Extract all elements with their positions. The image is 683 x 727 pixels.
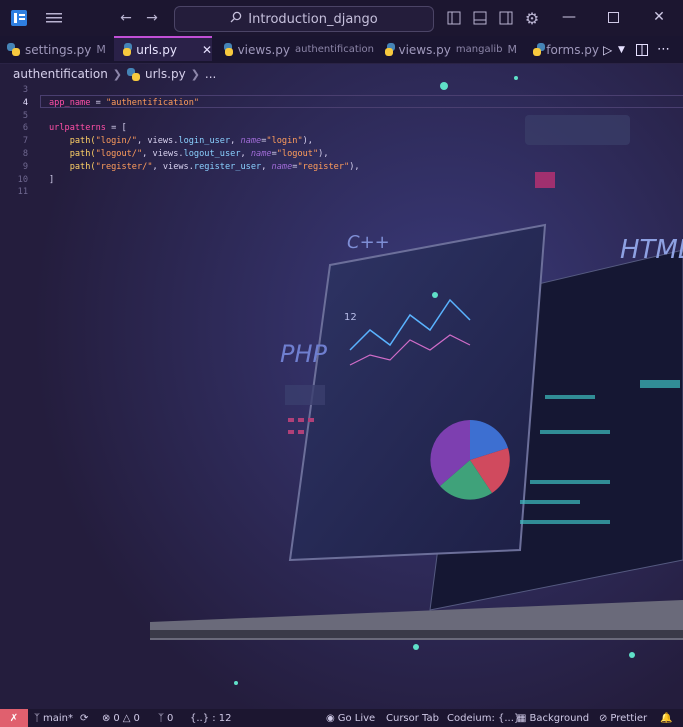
ports-status[interactable]: ᛉ 0 [158,709,173,727]
title-bar: ← → Introduction_django ⚙ — ✕ [0,0,683,36]
line-number: 4 [22,97,28,108]
tab-label: views.py [237,42,290,57]
command-search-box[interactable]: Introduction_django [174,6,434,32]
line-number: 9 [22,161,28,172]
breadcrumb-symbol[interactable]: ... [205,67,216,81]
menu-icon[interactable] [44,8,64,28]
tab-views-py-mangalib[interactable]: views.py mangalib M [385,36,518,63]
code-editor[interactable]: 3 4 app_name = "authentification" 5 6 urlpatt… [0,84,683,709]
modified-badge: M [507,43,518,56]
background-button[interactable]: ▦ Background [517,709,589,727]
toggle-primary-sidebar-icon[interactable] [444,8,464,28]
selection-status[interactable]: {..} : 12 [190,709,232,727]
chevron-right-icon: ❯ [190,67,200,81]
status-bar: ✗ ᛉ main* ⟳ ⊗ 0 △ 0 ᛉ 0 {..} : 12 ◉ Go L… [0,709,683,727]
settings-gear-icon[interactable]: ⚙ [522,8,542,28]
python-file-icon [7,43,20,56]
tab-label: settings.py [25,42,92,57]
code-line[interactable]: 4 app_name = "authentification" [0,97,683,110]
prettier-disabled-icon: ⊘ [599,712,608,724]
breadcrumb-folder[interactable]: authentification [13,67,108,81]
ports-icon: ᛉ [158,712,164,724]
toggle-secondary-sidebar-icon[interactable] [496,8,516,28]
problems-status[interactable]: ⊗ 0 △ 0 [102,709,140,727]
python-file-icon [127,67,141,81]
image-icon: ▦ [517,712,527,724]
modified-badge: M [96,43,106,56]
tab-views-py-authentification[interactable]: views.py authentification [224,36,374,63]
warning-count: 0 [133,712,140,724]
line-number: 7 [22,136,28,147]
python-file-icon [123,43,133,56]
search-icon [230,11,242,27]
code-line[interactable]: 9 path("register/", views.register_user,… [0,161,683,174]
code-text: ] [49,174,55,185]
minimize-button[interactable]: — [554,6,584,28]
search-box-text: Introduction_django [248,11,378,27]
branch-status[interactable]: ᛉ main* ⟳ [34,709,88,727]
line-number: 6 [22,123,28,134]
vscode-logo-icon [9,8,29,28]
go-live-button[interactable]: ◉ Go Live [326,709,375,727]
notifications-bell-icon[interactable]: 🔔 [660,709,672,727]
cursor-tab-button[interactable]: Cursor Tab [386,709,439,727]
sync-icon: ⟳ [80,712,89,724]
tab-forms-py[interactable]: forms.py [533,36,599,63]
tab-description: authentification [295,44,374,55]
code-text: path("register/", views.register_user, n… [69,161,360,172]
code-line[interactable]: 5 [0,110,683,123]
code-text: path("login/", views.login_user, name="l… [69,136,313,147]
remote-indicator-icon[interactable]: ✗ [0,709,28,727]
code-text: app_name = "authentification" [49,97,200,108]
back-arrow-icon[interactable]: ← [116,8,136,28]
close-window-button[interactable]: ✕ [644,6,674,28]
branch-name: main* [43,712,73,724]
close-tab-icon[interactable]: ✕ [202,43,212,57]
codeium-status[interactable]: Codeium: {...} [447,709,520,727]
tab-label: views.py [398,42,451,57]
toggle-panel-icon[interactable] [470,8,490,28]
background-label: Background [529,712,590,724]
python-file-icon [385,43,396,56]
forward-arrow-icon[interactable]: → [142,8,162,28]
chevron-down-icon[interactable]: ▼ [618,36,625,63]
tab-settings-py[interactable]: settings.py M [7,36,111,63]
tab-label: forms.py [546,42,599,57]
line-number: 3 [22,85,28,95]
git-branch-icon: ᛉ [34,712,40,724]
code-line[interactable]: 6 urlpatterns = [ [0,122,683,135]
split-editor-icon[interactable] [636,36,648,63]
code-text: path("logout/", views.logout_user, name=… [69,149,329,159]
line-number: 5 [22,110,28,121]
run-python-file-icon[interactable]: ▷ [603,36,612,63]
line-number: 10 [17,174,28,185]
error-icon: ⊗ [102,712,111,724]
more-actions-icon[interactable]: ⋯ [657,36,670,63]
tab-label: urls.py [136,42,177,57]
tab-urls-py[interactable]: urls.py ✕ [114,36,212,61]
breadcrumb: authentification ❯ urls.py ❯ ... [0,64,683,84]
chevron-right-icon: ❯ [112,67,123,81]
code-text: urlpatterns = [ [49,123,127,134]
code-line[interactable]: 11 [0,186,683,199]
ports-count: 0 [167,712,174,724]
code-line[interactable]: 7 path("login/", views.login_user, name=… [0,135,683,148]
go-live-label: Go Live [337,712,376,724]
prettier-button[interactable]: ⊘ Prettier [599,709,647,727]
error-count: 0 [113,712,120,724]
broadcast-icon: ◉ [326,712,335,724]
warning-icon: △ [122,712,131,724]
code-line[interactable]: 3 [0,84,683,97]
code-line[interactable]: 10] [0,174,683,187]
maximize-button[interactable] [598,6,628,28]
line-number: 8 [22,149,28,159]
code-line[interactable]: 8 path("logout/", views.logout_user, nam… [0,148,683,161]
line-number: 11 [17,187,28,198]
breadcrumb-file[interactable]: urls.py [145,67,186,81]
python-file-icon [533,43,546,56]
python-file-icon [224,43,233,56]
prettier-label: Prettier [610,712,648,724]
tab-description: mangalib [455,44,503,55]
editor-tab-bar: settings.py M urls.py ✕ views.py authent… [0,36,683,64]
